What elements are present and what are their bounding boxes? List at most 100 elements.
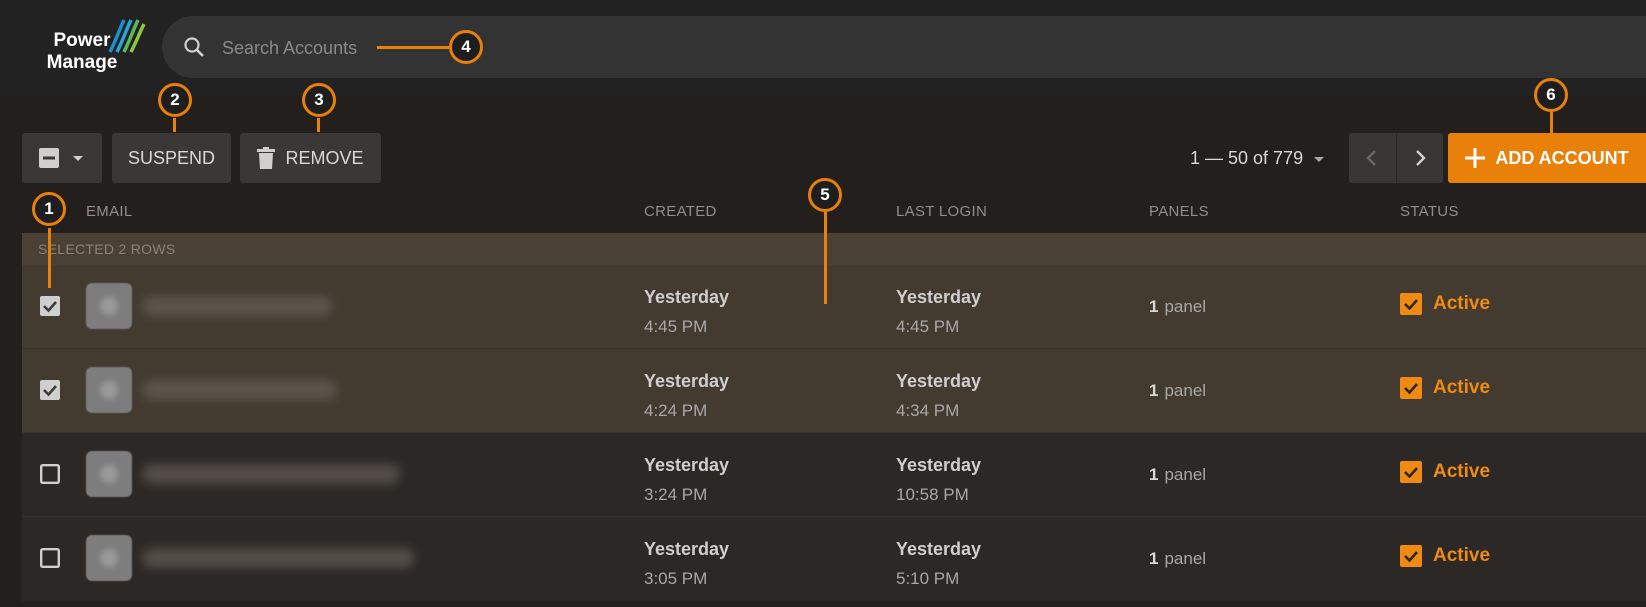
created-time: 3:24 PM (644, 485, 708, 504)
caret-down-icon (1314, 156, 1325, 162)
created-day: Yesterday (644, 455, 730, 475)
next-page-button[interactable] (1395, 133, 1444, 183)
last-login-time: 4:34 PM (896, 401, 960, 420)
panels-unit: panel (1164, 549, 1207, 568)
check-icon (1400, 293, 1422, 315)
last-login-time: 5:10 PM (896, 569, 960, 588)
column-header-created[interactable]: CREATED (644, 203, 717, 220)
selection-summary-text: SELECTED 2 ROWS (38, 241, 176, 257)
email-redacted (142, 464, 400, 484)
panels-count: 1 panel (1149, 381, 1206, 401)
created-day: Yesterday (644, 371, 730, 391)
status-label: Active (1433, 377, 1491, 398)
panels-unit: panel (1164, 381, 1207, 400)
page-range-text: 1 — 50 of 779 (1190, 148, 1304, 168)
row-checkbox[interactable] (40, 548, 60, 568)
caret-down-icon (73, 156, 83, 161)
callout-line-4 (377, 46, 449, 49)
partial-checkbox-icon (39, 148, 59, 168)
avatar (86, 283, 132, 329)
callout-3: 3 (302, 83, 336, 117)
created-time: 4:45 PM (644, 317, 708, 336)
search-input[interactable] (220, 30, 824, 66)
email-redacted (142, 296, 332, 316)
row-checkbox[interactable] (40, 380, 60, 400)
panels-number: 1 (1149, 297, 1159, 316)
callout-6: 6 (1534, 78, 1568, 112)
panels-unit: panel (1164, 465, 1207, 484)
status-label: Active (1433, 545, 1491, 566)
page-range-selector[interactable]: 1 — 50 of 779 (1190, 148, 1327, 169)
prev-page-button[interactable] (1349, 133, 1396, 183)
status-badge[interactable]: Active (1400, 545, 1490, 567)
check-icon (1400, 377, 1422, 399)
logo-mark-icon (108, 19, 146, 53)
last-login-time: 4:45 PM (896, 317, 960, 336)
avatar (86, 535, 132, 581)
row-checkbox[interactable] (40, 296, 60, 316)
panels-number: 1 (1149, 381, 1159, 400)
column-header-status[interactable]: STATUS (1400, 203, 1459, 220)
trash-icon (257, 147, 276, 169)
add-account-button[interactable]: ADD ACCOUNT (1448, 133, 1646, 183)
panels-count: 1 panel (1149, 549, 1206, 569)
email-redacted (142, 380, 337, 400)
callout-line-6 (1550, 112, 1553, 134)
row-checkbox[interactable] (40, 464, 60, 484)
created-time: 4:24 PM (644, 401, 708, 420)
avatar (86, 451, 132, 497)
last-login-time: 10:58 PM (896, 485, 969, 504)
suspend-button[interactable]: SUSPEND (112, 133, 231, 183)
check-icon (1400, 461, 1422, 483)
last-login-day: Yesterday (896, 371, 982, 391)
selection-summary-bar: SELECTED 2 ROWS (22, 233, 1646, 265)
column-header-last-login[interactable]: LAST LOGIN (896, 203, 987, 220)
created-time: 3:05 PM (644, 569, 708, 588)
column-header-panels[interactable]: PANELS (1149, 203, 1209, 220)
created-day: Yesterday (644, 287, 730, 307)
callout-2: 2 (158, 83, 192, 117)
bulk-select-button[interactable] (22, 133, 102, 183)
suspend-label: SUSPEND (127, 147, 216, 168)
status-label: Active (1433, 461, 1491, 482)
table-row[interactable]: Yesterday 3:05 PM Yesterday 5:10 PM 1 pan… (22, 517, 1646, 601)
table-row[interactable]: Yesterday 4:24 PM Yesterday 4:34 PM 1 pan… (22, 349, 1646, 433)
avatar (86, 367, 132, 413)
callout-line-2 (173, 118, 176, 132)
chevron-right-icon (1415, 150, 1426, 166)
logo-line-2: Manage (46, 52, 118, 73)
status-badge[interactable]: Active (1400, 377, 1490, 399)
panels-number: 1 (1149, 465, 1159, 484)
panels-number: 1 (1149, 549, 1159, 568)
status-badge[interactable]: Active (1400, 461, 1490, 483)
status-label: Active (1433, 293, 1491, 314)
search-icon (184, 37, 204, 57)
callout-1: 1 (32, 192, 66, 226)
remove-label: REMOVE (285, 147, 364, 168)
check-icon (1400, 545, 1422, 567)
callout-line-1 (48, 228, 51, 288)
callout-4: 4 (449, 30, 483, 64)
table-row[interactable]: Yesterday 4:45 PM Yesterday 4:45 PM 1 pan… (22, 265, 1646, 349)
panels-count: 1 panel (1149, 297, 1206, 317)
panels-unit: panel (1164, 297, 1207, 316)
callout-5: 5 (808, 178, 842, 212)
last-login-day: Yesterday (896, 455, 982, 475)
plus-icon (1465, 148, 1486, 168)
status-badge[interactable]: Active (1400, 293, 1490, 315)
table-row[interactable]: Yesterday 3:24 PM Yesterday 10:58 PM 1 pa… (22, 433, 1646, 517)
email-redacted (142, 548, 414, 568)
chevron-left-icon (1366, 150, 1377, 166)
created-day: Yesterday (644, 539, 730, 559)
last-login-day: Yesterday (896, 539, 982, 559)
add-account-label: ADD ACCOUNT (1495, 147, 1629, 168)
callout-line-5 (824, 212, 827, 304)
power-manage-logo[interactable]: Power Manage (34, 18, 149, 78)
callout-line-3 (317, 118, 320, 132)
panels-count: 1 panel (1149, 465, 1206, 485)
column-header-email[interactable]: EMAIL (86, 203, 133, 220)
last-login-day: Yesterday (896, 287, 982, 307)
pager-buttons (1349, 133, 1443, 183)
remove-button[interactable]: REMOVE (240, 133, 381, 183)
app-header: Power Manage (0, 0, 1646, 95)
